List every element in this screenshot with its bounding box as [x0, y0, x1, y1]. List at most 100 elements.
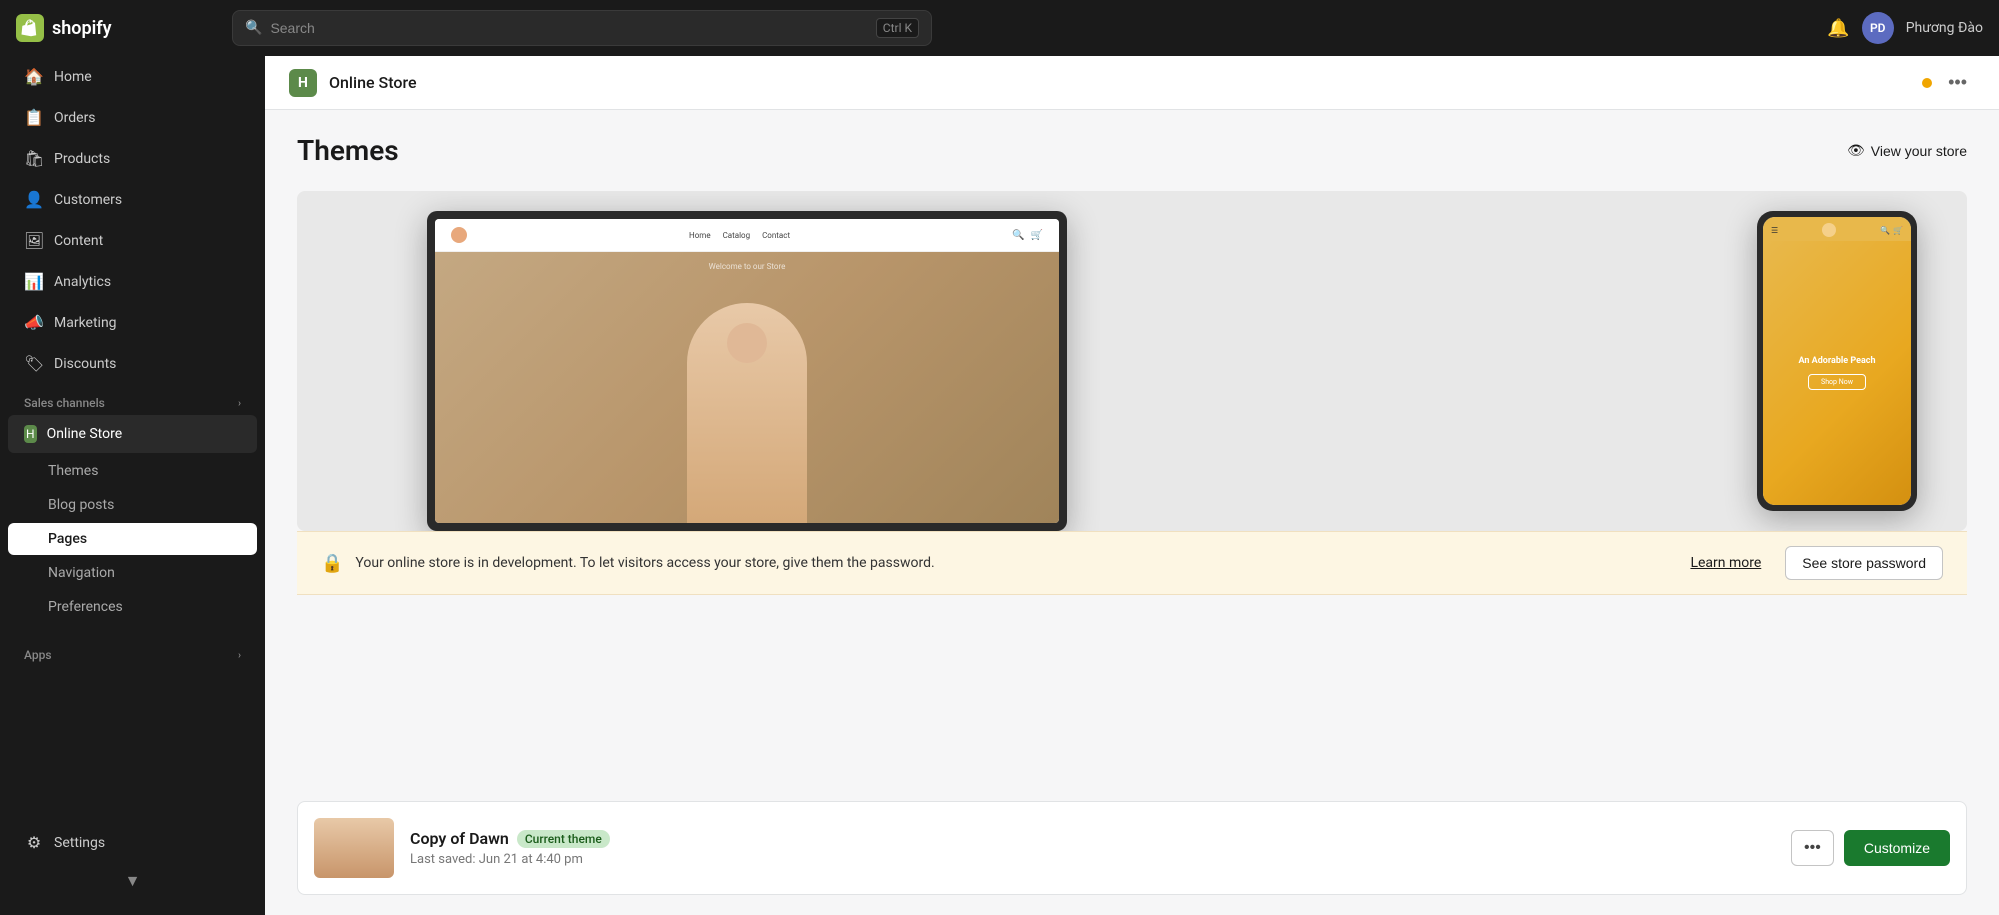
desktop-logo-circle: [451, 227, 467, 243]
search-nav-icon: 🔍: [1012, 230, 1024, 241]
settings-icon: ⚙: [24, 833, 44, 852]
theme-name-row: Copy of Dawn Current theme: [410, 829, 1775, 848]
desktop-hero-figure: [687, 303, 807, 523]
scroll-down-indicator: ▼: [0, 863, 265, 899]
mobile-nav: ☰ 🔍 🛒: [1763, 217, 1911, 241]
desktop-nav-icons: 🔍 🛒: [1012, 230, 1043, 241]
home-icon: 🏠: [24, 67, 44, 86]
avatar[interactable]: PD: [1862, 12, 1894, 44]
user-name: Phương Đào: [1906, 20, 1983, 36]
online-store-icon: H: [24, 425, 37, 443]
learn-more-link[interactable]: Learn more: [1690, 555, 1761, 571]
chevron-right-icon: ›: [238, 398, 241, 409]
themes-title: Themes: [297, 134, 399, 167]
sidebar-subitem-pages[interactable]: Pages: [8, 523, 257, 555]
mobile-screen: ☰ 🔍 🛒 An Adorable Peach Shop Now: [1763, 217, 1911, 505]
sidebar-subitem-preferences[interactable]: Preferences: [8, 591, 257, 623]
sidebar-item-analytics[interactable]: 📊 Analytics: [8, 262, 257, 301]
sales-channels-label: Sales channels ›: [0, 384, 265, 414]
sidebar-item-settings[interactable]: ⚙ Settings: [8, 823, 257, 862]
mobile-cart-icon: 🛒: [1893, 226, 1903, 235]
content-header: H Online Store •••: [265, 56, 1999, 110]
see-store-password-button[interactable]: See store password: [1785, 546, 1943, 580]
chevron-down-icon: ▼: [125, 871, 141, 891]
sidebar-item-orders[interactable]: 📋 Orders: [8, 98, 257, 137]
discounts-icon: 🏷: [24, 354, 44, 373]
content-header-right: •••: [1922, 68, 1975, 97]
sidebar-item-online-store[interactable]: H Online Store: [8, 415, 257, 453]
sidebar-subitem-label: Themes: [48, 463, 98, 479]
search-shortcut: Ctrl K: [876, 18, 919, 38]
desktop-nav: Home Catalog Contact 🔍 🛒: [435, 219, 1059, 252]
marketing-icon: 📣: [24, 313, 44, 332]
theme-name: Copy of Dawn: [410, 829, 509, 848]
theme-preview-area: Home Catalog Contact 🔍 🛒 Welcome to our …: [297, 191, 1967, 531]
topbar: shopify 🔍 Ctrl K 🔔 PD Phương Đào: [0, 0, 1999, 56]
current-theme-card: Copy of Dawn Current theme Last saved: J…: [297, 801, 1967, 895]
sidebar-item-home[interactable]: 🏠 Home: [8, 57, 257, 96]
theme-info: Copy of Dawn Current theme Last saved: J…: [410, 829, 1775, 867]
theme-thumbnail-inner: [314, 818, 394, 878]
current-theme-section: Copy of Dawn Current theme Last saved: J…: [265, 781, 1999, 915]
topbar-right: 🔔 PD Phương Đào: [1827, 12, 1983, 44]
sidebar-subitem-label: Navigation: [48, 565, 115, 581]
sidebar-item-discounts[interactable]: 🏷 Discounts: [8, 344, 257, 383]
notification-icon[interactable]: 🔔: [1827, 18, 1849, 39]
orders-icon: 📋: [24, 108, 44, 127]
search-bar[interactable]: 🔍 Ctrl K: [232, 10, 932, 46]
menu-icon: ☰: [1771, 226, 1778, 235]
sidebar-item-label: Orders: [54, 110, 96, 126]
apps-label: Apps ›: [0, 636, 265, 666]
desktop-nav-logo: [451, 227, 467, 243]
themes-header: Themes 👁 View your store: [297, 134, 1967, 167]
products-icon: 🛍: [24, 149, 44, 168]
sidebar: 🏠 Home 📋 Orders 🛍 Products 👤 Customers 🖼…: [0, 56, 265, 915]
theme-more-button[interactable]: •••: [1791, 830, 1834, 866]
desktop-nav-links: Home Catalog Contact: [689, 231, 790, 240]
sidebar-item-label: Products: [54, 151, 110, 167]
sidebar-subitem-blog-posts[interactable]: Blog posts: [8, 489, 257, 521]
mobile-mockup: ☰ 🔍 🛒 An Adorable Peach Shop Now: [1757, 211, 1917, 511]
mobile-hero-btn: Shop Now: [1808, 374, 1866, 390]
sidebar-item-label: Home: [54, 69, 92, 85]
sidebar-item-marketing[interactable]: 📣 Marketing: [8, 303, 257, 342]
mobile-hero: An Adorable Peach Shop Now: [1763, 241, 1911, 505]
customers-icon: 👤: [24, 190, 44, 209]
mobile-hero-text: An Adorable Peach: [1798, 356, 1875, 368]
sidebar-subitem-label: Preferences: [48, 599, 123, 615]
content-header-title: Online Store: [329, 73, 417, 92]
content-area: H Online Store ••• Themes 👁 View your st…: [265, 56, 1999, 915]
theme-actions: ••• Customize: [1791, 830, 1950, 866]
sidebar-subitem-navigation[interactable]: Navigation: [8, 557, 257, 589]
logo: shopify: [16, 14, 216, 42]
more-options-button[interactable]: •••: [1940, 68, 1975, 97]
sidebar-item-label: Customers: [54, 192, 122, 208]
sidebar-item-label: Content: [54, 233, 103, 249]
sidebar-item-products[interactable]: 🛍 Products: [8, 139, 257, 178]
search-input[interactable]: [270, 20, 867, 36]
current-theme-badge: Current theme: [517, 830, 610, 848]
sidebar-subitem-themes[interactable]: Themes: [8, 455, 257, 487]
cart-nav-icon: 🛒: [1031, 230, 1043, 241]
logo-text: shopify: [52, 18, 112, 39]
search-icon: 🔍: [245, 20, 262, 36]
customize-button[interactable]: Customize: [1844, 830, 1950, 866]
sidebar-item-content[interactable]: 🖼 Content: [8, 221, 257, 260]
sidebar-item-customers[interactable]: 👤 Customers: [8, 180, 257, 219]
desktop-hero-text: Welcome to our Store: [709, 262, 786, 271]
view-store-button[interactable]: 👁 View your store: [1847, 142, 1967, 159]
amber-status-dot: [1922, 78, 1932, 88]
sidebar-item-label: Analytics: [54, 274, 111, 290]
sidebar-item-label: Online Store: [47, 426, 123, 442]
lock-icon: 🔒: [321, 553, 343, 574]
themes-page: Themes 👁 View your store: [265, 110, 1999, 781]
analytics-icon: 📊: [24, 272, 44, 291]
sidebar-item-label: Marketing: [54, 315, 117, 331]
desktop-screen: Home Catalog Contact 🔍 🛒 Welcome to our …: [435, 219, 1059, 523]
main-layout: 🏠 Home 📋 Orders 🛍 Products 👤 Customers 🖼…: [0, 56, 1999, 915]
content-header-icon: H: [289, 69, 317, 97]
theme-thumbnail: [314, 818, 394, 878]
eye-icon: 👁: [1847, 142, 1865, 159]
theme-saved-text: Last saved: Jun 21 at 4:40 pm: [410, 852, 1775, 867]
dev-banner-text: Your online store is in development. To …: [355, 555, 1678, 571]
